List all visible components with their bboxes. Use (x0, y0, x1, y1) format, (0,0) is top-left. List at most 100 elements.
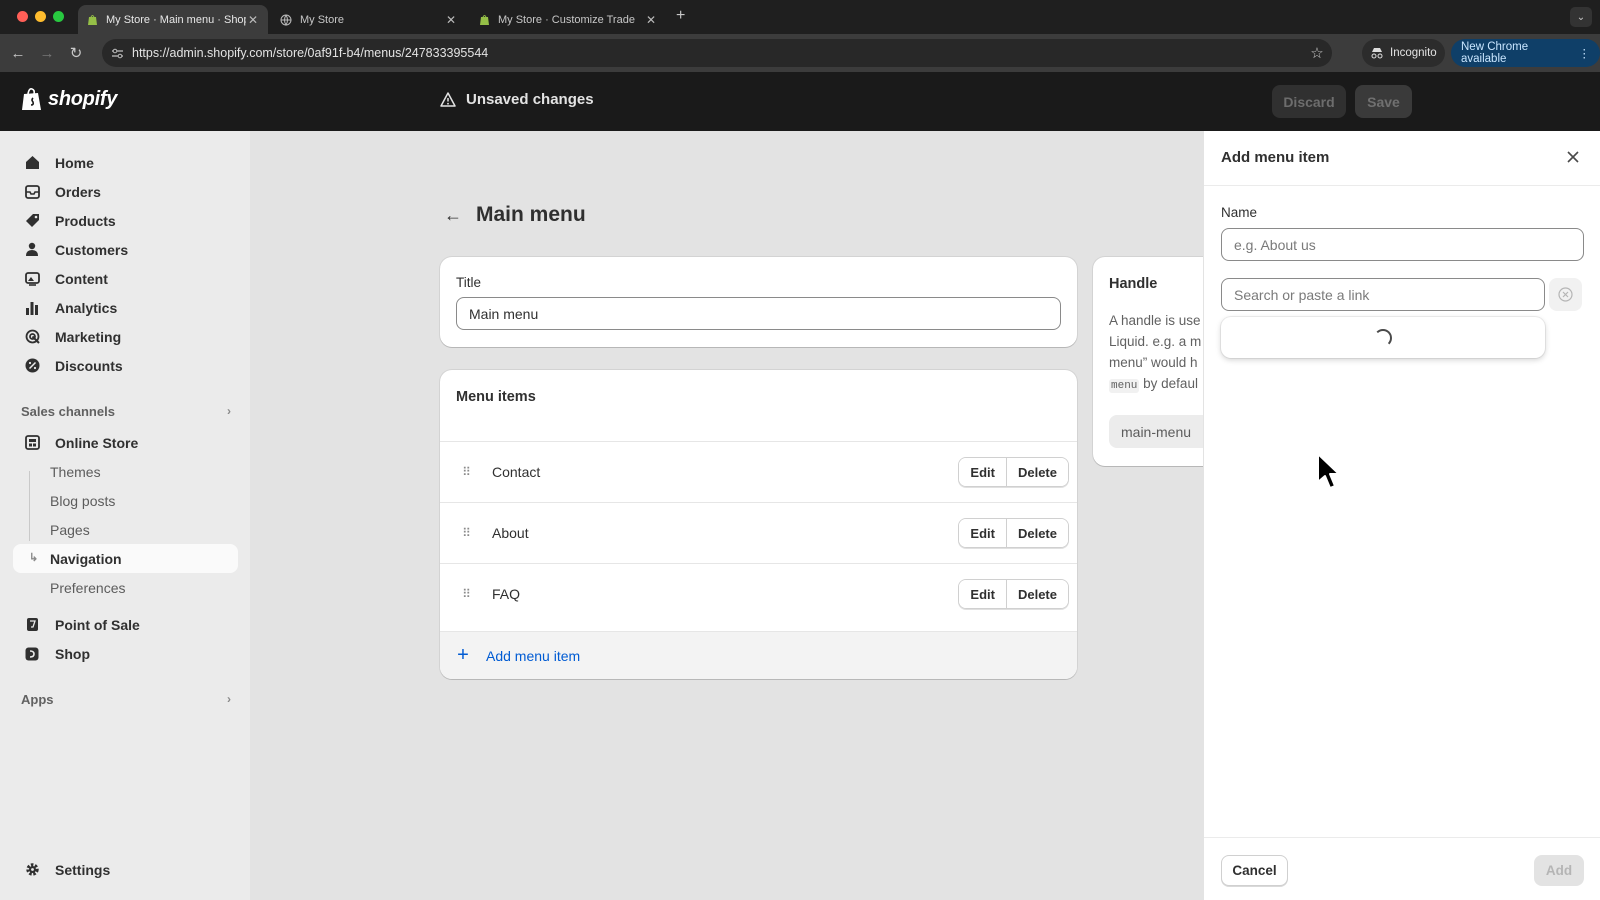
sidebar-sub-blog-posts[interactable]: Blog posts (13, 486, 238, 515)
sidebar-sub-preferences[interactable]: Preferences (13, 573, 238, 602)
sidebar-item-online-store[interactable]: Online Store (13, 428, 238, 457)
close-icon[interactable] (1563, 147, 1583, 167)
address-bar[interactable]: https://admin.shopify.com/store/0af91f-b… (102, 39, 1332, 67)
sales-channels-header[interactable]: Sales channels › (21, 404, 231, 419)
unsaved-changes-bar: Unsaved changes (440, 91, 594, 108)
url-text: https://admin.shopify.com/store/0af91f-b… (132, 46, 489, 60)
browser-tab-my-store[interactable]: My Store ✕ (272, 5, 466, 34)
shopify-bag-icon (22, 88, 41, 110)
back-icon[interactable]: ← (8, 43, 28, 63)
browser-tab-main-menu[interactable]: My Store · Main menu · Shopify ✕ (78, 5, 268, 34)
chrome-update-label: New Chrome available (1461, 41, 1529, 65)
sidebar-item-label: Analytics (55, 299, 118, 316)
tab-title: My Store (300, 13, 345, 26)
sidebar-item-label: Online Store (55, 434, 139, 451)
sidebar-sub-themes[interactable]: Themes (13, 457, 238, 486)
add-menu-item-button[interactable]: + Add menu item (440, 631, 1077, 679)
close-tab-icon[interactable]: ✕ (246, 13, 260, 27)
incognito-indicator[interactable]: Incognito (1362, 39, 1445, 67)
sidebar-item-customers[interactable]: Customers (13, 235, 238, 264)
apps-header[interactable]: Apps › (21, 692, 231, 707)
save-button[interactable]: Save (1355, 85, 1412, 118)
sidebar-item-content[interactable]: Content (13, 264, 238, 293)
sidebar: Home Orders Products Customers Content A… (0, 131, 250, 900)
window-zoom-button[interactable] (53, 11, 64, 22)
chevron-right-icon: › (227, 692, 231, 706)
link-search-input[interactable]: Search or paste a link (1221, 278, 1545, 311)
sidebar-item-products[interactable]: Products (13, 206, 238, 235)
sidebar-item-settings[interactable]: Settings (13, 855, 238, 884)
sidebar-item-point-of-sale[interactable]: Point of Sale (13, 610, 238, 639)
back-arrow-icon[interactable]: ← (444, 205, 462, 226)
tag-icon (23, 212, 41, 230)
sidebar-item-label: Point of Sale (55, 616, 140, 633)
title-label: Title (456, 275, 482, 290)
clear-link-button[interactable] (1549, 278, 1582, 311)
drag-handle-icon[interactable]: ⠿ (440, 465, 492, 479)
sidebar-item-marketing[interactable]: Marketing (13, 322, 238, 351)
menu-items-card: Menu items ⠿ Contact Edit Delete ⠿ About… (440, 370, 1077, 679)
handle-description-text: by defaul (1139, 376, 1198, 391)
mouse-cursor-icon (1316, 452, 1344, 497)
delete-button[interactable]: Delete (1005, 580, 1068, 608)
incognito-icon (1371, 48, 1383, 59)
add-button[interactable]: Add (1534, 855, 1584, 886)
forward-icon[interactable]: → (37, 43, 57, 63)
add-menu-item-panel: Add menu item Name e.g. About us Search … (1203, 131, 1600, 900)
sidebar-item-orders[interactable]: Orders (13, 177, 238, 206)
person-icon (23, 241, 41, 259)
tab-search-button[interactable]: ⌄ (1570, 7, 1592, 27)
tab-title: My Store · Main menu · Shopify (106, 13, 246, 26)
sidebar-item-home[interactable]: Home (13, 148, 238, 177)
chevron-right-icon: › (227, 404, 231, 418)
close-tab-icon[interactable]: ✕ (444, 13, 458, 27)
sidebar-item-label: Orders (55, 183, 101, 200)
page-header: ← Main menu (444, 203, 586, 227)
edit-button[interactable]: Edit (959, 458, 1006, 486)
name-input[interactable]: e.g. About us (1221, 228, 1584, 261)
reload-icon[interactable]: ↻ (66, 43, 86, 63)
title-card: Title Main menu (440, 257, 1077, 347)
edit-button[interactable]: Edit (959, 519, 1006, 547)
shopify-logo[interactable]: shopify (21, 87, 117, 112)
new-tab-button[interactable]: + (676, 7, 685, 25)
cancel-button[interactable]: Cancel (1221, 855, 1288, 886)
sidebar-item-label: Customers (55, 241, 129, 258)
chrome-update-button[interactable]: New Chrome available ⋮ (1451, 39, 1600, 67)
loading-spinner-icon (1374, 328, 1392, 347)
menu-item-label: Contact (492, 464, 541, 480)
menu-item-row[interactable]: ⠿ Contact Edit Delete (440, 441, 1077, 502)
site-settings-icon[interactable] (102, 48, 132, 59)
sidebar-item-shop[interactable]: Shop (13, 639, 238, 668)
name-placeholder: e.g. About us (1234, 236, 1316, 253)
sidebar-item-discounts[interactable]: Discounts (13, 351, 238, 380)
bookmark-star-icon[interactable]: ☆ (1302, 44, 1332, 62)
handle-title: Handle (1109, 276, 1158, 292)
panel-footer: Cancel Add (1204, 837, 1600, 900)
link-placeholder: Search or paste a link (1234, 286, 1370, 303)
close-tab-icon[interactable]: ✕ (644, 13, 658, 27)
sidebar-sub-pages[interactable]: Pages (13, 515, 238, 544)
browser-tab-customize[interactable]: My Store · Customize Trade ✕ (470, 5, 666, 34)
sidebar-item-analytics[interactable]: Analytics (13, 293, 238, 322)
discard-button[interactable]: Discard (1272, 85, 1346, 118)
drag-handle-icon[interactable]: ⠿ (440, 587, 492, 601)
row-actions: Edit Delete (958, 457, 1069, 487)
title-input[interactable]: Main menu (456, 297, 1061, 330)
menu-item-label: About (492, 525, 529, 541)
delete-button[interactable]: Delete (1005, 519, 1068, 547)
page-title: Main menu (476, 203, 586, 226)
window-close-button[interactable] (17, 11, 28, 22)
delete-button[interactable]: Delete (1005, 458, 1068, 486)
drag-handle-icon[interactable]: ⠿ (440, 526, 492, 540)
sidebar-sub-navigation[interactable]: ↳ Navigation (13, 544, 238, 573)
menu-item-row[interactable]: ⠿ FAQ Edit Delete (440, 563, 1077, 624)
edit-button[interactable]: Edit (959, 580, 1006, 608)
discount-icon (23, 357, 41, 375)
kebab-menu-icon[interactable]: ⋮ (1579, 46, 1591, 60)
handle-code: menu (1109, 379, 1140, 393)
window-minimize-button[interactable] (35, 11, 46, 22)
menu-item-label: FAQ (492, 586, 521, 602)
menu-item-row[interactable]: ⠿ About Edit Delete (440, 502, 1077, 563)
home-icon (23, 154, 41, 172)
